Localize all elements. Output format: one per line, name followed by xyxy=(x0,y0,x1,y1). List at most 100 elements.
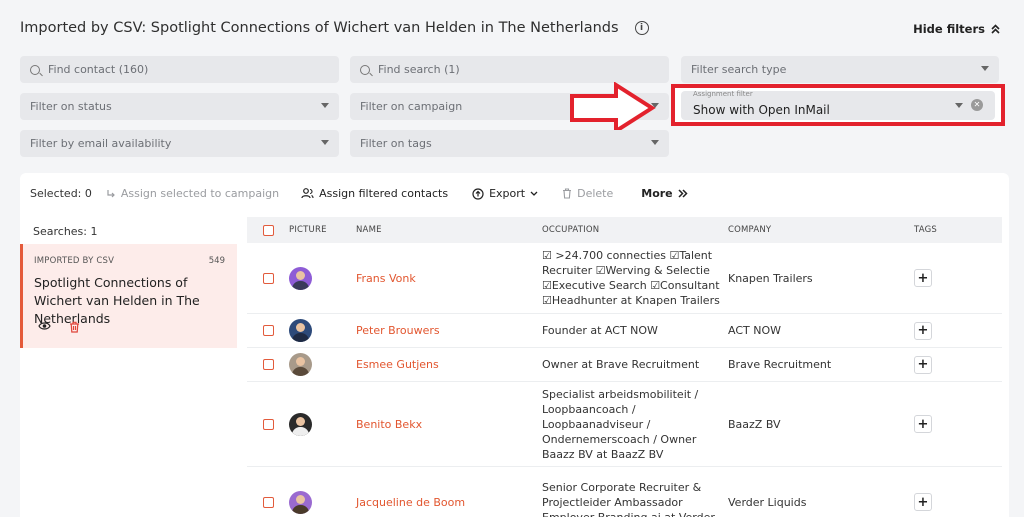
contact-occupation: Founder at ACT NOW xyxy=(542,324,658,337)
chevron-double-right-icon xyxy=(678,189,688,198)
chevron-down-icon xyxy=(981,66,989,71)
trash-icon xyxy=(563,188,572,199)
contact-occupation: Owner at Brave Recruitment xyxy=(542,358,700,371)
row-checkbox[interactable] xyxy=(263,272,274,284)
add-tag-button[interactable]: + xyxy=(914,321,932,340)
assignment-filter-value: Show with Open InMail xyxy=(693,103,830,117)
search-card-actions xyxy=(38,321,80,333)
email-availability-placeholder: Filter by email availability xyxy=(30,137,172,150)
search-card-title: Spotlight Connections of Wichert van Hel… xyxy=(34,275,200,326)
redirect-arrow-icon xyxy=(107,189,115,197)
contact-name[interactable]: Jacqueline de Boom xyxy=(356,496,542,509)
contact-name[interactable]: Esmee Gutjens xyxy=(356,358,542,371)
find-search-placeholder: Find search (1) xyxy=(378,63,460,76)
toolbar: Selected: 0 Assign selected to campaign … xyxy=(30,187,702,200)
chevron-double-up-icon xyxy=(991,24,1000,34)
status-placeholder: Filter on status xyxy=(30,100,112,113)
avatar xyxy=(289,412,312,436)
contact-company: ACT NOW xyxy=(728,324,781,337)
add-tag-button[interactable]: + xyxy=(914,269,932,287)
tags-select[interactable]: Filter on tags xyxy=(350,130,669,157)
searches-count: Searches: 1 xyxy=(33,225,98,238)
info-icon[interactable]: i xyxy=(634,21,649,35)
users-icon xyxy=(301,188,314,199)
select-all-checkbox[interactable] xyxy=(263,224,274,236)
contact-occupation: Specialist arbeidsmobiliteit / Loopbaanc… xyxy=(542,387,699,461)
row-checkbox[interactable] xyxy=(263,418,274,430)
trash-icon[interactable] xyxy=(69,321,80,333)
delete-label: Delete xyxy=(577,187,614,200)
contact-occupation: ☑ >24.700 connecties ☑Talent Recruiter ☑… xyxy=(542,249,720,307)
chevron-down-icon xyxy=(321,140,329,145)
assign-selected-button[interactable]: Assign selected to campaign xyxy=(106,187,279,200)
contact-occupation: Senior Corporate Recruiter & Projectleid… xyxy=(542,480,715,517)
table-row[interactable]: Frans Vonk ☑ >24.700 connecties ☑Talent … xyxy=(247,243,1002,314)
column-name[interactable]: NAME xyxy=(356,225,542,235)
column-company[interactable]: COMPANY xyxy=(728,225,914,235)
contact-company: Verder Liquids xyxy=(728,495,807,509)
avatar xyxy=(289,490,312,514)
search-type-placeholder: Filter search type xyxy=(691,63,787,76)
add-tag-button[interactable]: + xyxy=(914,355,932,374)
column-occupation[interactable]: OCCUPATION xyxy=(542,223,728,238)
delete-button[interactable]: Delete xyxy=(562,187,613,200)
avatar xyxy=(289,266,312,290)
tags-placeholder: Filter on tags xyxy=(360,137,432,150)
eye-icon[interactable] xyxy=(38,321,51,331)
contact-name[interactable]: Benito Bekx xyxy=(356,418,542,431)
assign-filtered-label: Assign filtered contacts xyxy=(319,187,449,200)
table-header: PICTURE NAME OCCUPATION COMPANY TAGS xyxy=(247,217,1002,243)
find-contact-input[interactable]: Find contact (160) xyxy=(20,56,339,83)
add-tag-button[interactable]: + xyxy=(914,415,932,433)
row-checkbox[interactable] xyxy=(263,496,274,508)
assign-filtered-button[interactable]: Assign filtered contacts xyxy=(301,187,448,200)
page-title: Imported by CSV: Spotlight Connections o… xyxy=(20,20,619,36)
search-card-count: 549 xyxy=(208,256,225,266)
contacts-table: PICTURE NAME OCCUPATION COMPANY TAGS Fra… xyxy=(247,217,1002,517)
assignment-filter-select[interactable]: Assignment filter Show with Open InMail … xyxy=(681,90,995,120)
chevron-down-icon xyxy=(651,140,659,145)
contact-company: Brave Recruitment xyxy=(728,358,832,371)
more-label: More xyxy=(641,187,673,200)
hide-filters-button[interactable]: Hide filters xyxy=(913,22,1000,36)
search-icon xyxy=(30,64,40,75)
contact-name[interactable]: Frans Vonk xyxy=(356,272,542,285)
contact-company: BaazZ BV xyxy=(728,417,781,431)
searches-sidebar: Searches: 1 IMPORTED BY CSV 549 Spotligh… xyxy=(20,217,237,517)
search-type-select[interactable]: Filter search type xyxy=(681,56,999,83)
assign-selected-label: Assign selected to campaign xyxy=(120,187,280,200)
row-checkbox[interactable] xyxy=(263,359,274,370)
search-card[interactable]: IMPORTED BY CSV 549 Spotlight Connection… xyxy=(20,244,237,348)
assignment-filter-highlight: Assignment filter Show with Open InMail … xyxy=(671,84,1005,126)
export-icon xyxy=(472,187,484,200)
selected-count: Selected: 0 xyxy=(30,187,92,200)
contact-company: Knapen Trailers xyxy=(728,271,813,285)
avatar xyxy=(289,353,312,376)
find-contact-placeholder: Find contact (160) xyxy=(48,63,149,76)
highlight-arrow xyxy=(570,82,656,134)
chevron-down-icon xyxy=(321,103,329,108)
export-button[interactable]: Export xyxy=(472,187,538,200)
table-row[interactable]: Peter Brouwers Founder at ACT NOW ACT NO… xyxy=(247,314,1002,348)
search-card-source: IMPORTED BY CSV xyxy=(34,256,115,266)
chevron-down-icon xyxy=(530,191,538,196)
contact-name[interactable]: Peter Brouwers xyxy=(356,324,542,337)
table-row[interactable]: Esmee Gutjens Owner at Brave Recruitment… xyxy=(247,348,1002,382)
status-select[interactable]: Filter on status xyxy=(20,93,339,120)
chevron-down-icon xyxy=(955,103,963,108)
email-availability-select[interactable]: Filter by email availability xyxy=(20,130,339,157)
hide-filters-label: Hide filters xyxy=(913,22,985,36)
table-row[interactable]: Jacqueline de Boom Senior Corporate Recr… xyxy=(247,467,1002,517)
page-title-row: Imported by CSV: Spotlight Connections o… xyxy=(20,20,649,36)
assignment-filter-label: Assignment filter xyxy=(693,90,753,98)
results-panel: Selected: 0 Assign selected to campaign … xyxy=(20,173,1009,517)
more-button[interactable]: More xyxy=(641,187,688,200)
find-search-input[interactable]: Find search (1) xyxy=(350,56,669,83)
add-tag-button[interactable]: + xyxy=(914,493,932,511)
row-checkbox[interactable] xyxy=(263,325,274,336)
column-tags: TAGS xyxy=(914,225,937,235)
export-label: Export xyxy=(489,187,526,200)
search-icon xyxy=(360,64,370,75)
table-row[interactable]: Benito Bekx Specialist arbeidsmobiliteit… xyxy=(247,382,1002,467)
clear-icon[interactable]: ✕ xyxy=(971,99,983,111)
